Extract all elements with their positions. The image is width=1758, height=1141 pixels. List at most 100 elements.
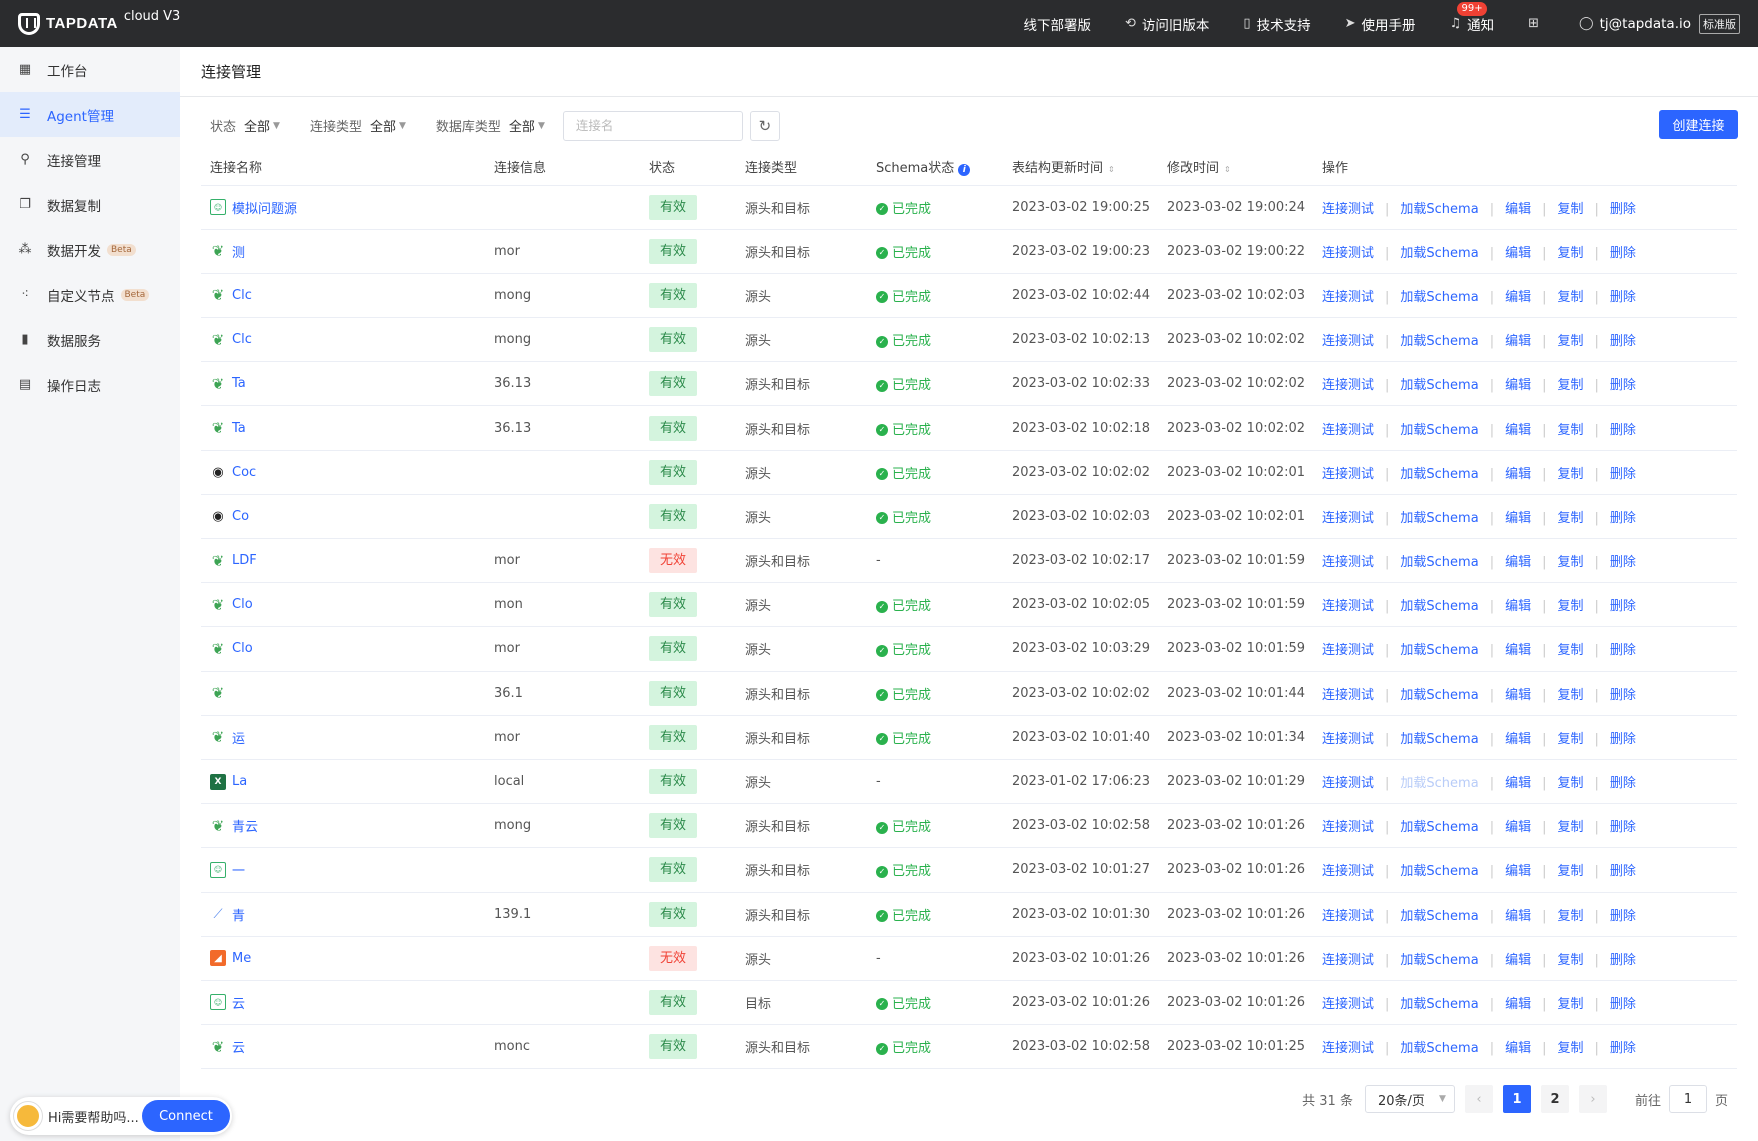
- sidebar-item-replication[interactable]: ❐ 数据复制: [0, 182, 180, 227]
- load-schema-link[interactable]: 加载Schema: [1400, 997, 1478, 1012]
- copy-link[interactable]: 复制: [1557, 378, 1583, 393]
- connection-name-link[interactable]: 青云: [232, 816, 258, 835]
- sidebar-item-workbench[interactable]: ▦ 工作台: [0, 47, 180, 92]
- delete-link[interactable]: 删除: [1610, 643, 1636, 658]
- connection-name-link[interactable]: 一: [232, 860, 245, 879]
- connection-name-link[interactable]: Clc: [232, 332, 252, 347]
- edit-link[interactable]: 编辑: [1505, 202, 1531, 217]
- edit-link[interactable]: 编辑: [1505, 290, 1531, 305]
- load-schema-link[interactable]: 加载Schema: [1400, 864, 1478, 879]
- delete-link[interactable]: 删除: [1610, 864, 1636, 879]
- test-connection-link[interactable]: 连接测试: [1322, 820, 1374, 835]
- connection-name-link[interactable]: Clc: [232, 288, 252, 303]
- copy-link[interactable]: 复制: [1557, 864, 1583, 879]
- test-connection-link[interactable]: 连接测试: [1322, 776, 1374, 791]
- filter-db-type[interactable]: 数据库类型 全部 ▼: [436, 116, 545, 135]
- test-connection-link[interactable]: 连接测试: [1322, 643, 1374, 658]
- connect-button[interactable]: Connect: [142, 1100, 230, 1132]
- edit-link[interactable]: 编辑: [1505, 953, 1531, 968]
- nav-language[interactable]: ⊞: [1528, 16, 1545, 31]
- test-connection-link[interactable]: 连接测试: [1322, 688, 1374, 703]
- delete-link[interactable]: 删除: [1610, 1041, 1636, 1056]
- prev-page-button[interactable]: ‹: [1464, 1085, 1493, 1113]
- connection-name-link[interactable]: Me: [232, 951, 251, 966]
- test-connection-link[interactable]: 连接测试: [1322, 246, 1374, 261]
- info-icon[interactable]: i: [958, 163, 971, 176]
- copy-link[interactable]: 复制: [1557, 820, 1583, 835]
- test-connection-link[interactable]: 连接测试: [1322, 511, 1374, 526]
- delete-link[interactable]: 删除: [1610, 555, 1636, 570]
- edit-link[interactable]: 编辑: [1505, 643, 1531, 658]
- test-connection-link[interactable]: 连接测试: [1322, 1041, 1374, 1056]
- nav-support[interactable]: ▯ 技术支持: [1243, 14, 1310, 34]
- edit-link[interactable]: 编辑: [1505, 423, 1531, 438]
- edit-link[interactable]: 编辑: [1505, 467, 1531, 482]
- help-widget[interactable]: Hi需要帮助吗... Connect: [10, 1097, 232, 1135]
- delete-link[interactable]: 删除: [1610, 378, 1636, 393]
- delete-link[interactable]: 删除: [1610, 511, 1636, 526]
- nav-offline-deploy[interactable]: 线下部署版: [1024, 14, 1092, 34]
- copy-link[interactable]: 复制: [1557, 776, 1583, 791]
- test-connection-link[interactable]: 连接测试: [1322, 997, 1374, 1012]
- edit-link[interactable]: 编辑: [1505, 334, 1531, 349]
- edit-link[interactable]: 编辑: [1505, 511, 1531, 526]
- load-schema-link[interactable]: 加载Schema: [1400, 467, 1478, 482]
- load-schema-link[interactable]: 加载Schema: [1400, 423, 1478, 438]
- connection-name-link[interactable]: 云: [232, 1037, 245, 1056]
- delete-link[interactable]: 删除: [1610, 776, 1636, 791]
- test-connection-link[interactable]: 连接测试: [1322, 909, 1374, 924]
- copy-link[interactable]: 复制: [1557, 467, 1583, 482]
- test-connection-link[interactable]: 连接测试: [1322, 334, 1374, 349]
- edit-link[interactable]: 编辑: [1505, 378, 1531, 393]
- delete-link[interactable]: 删除: [1610, 599, 1636, 614]
- edit-link[interactable]: 编辑: [1505, 688, 1531, 703]
- copy-link[interactable]: 复制: [1557, 555, 1583, 570]
- edit-link[interactable]: 编辑: [1505, 555, 1531, 570]
- load-schema-link[interactable]: 加载Schema: [1400, 290, 1478, 305]
- delete-link[interactable]: 删除: [1610, 423, 1636, 438]
- copy-link[interactable]: 复制: [1557, 202, 1583, 217]
- load-schema-link[interactable]: 加载Schema: [1400, 643, 1478, 658]
- copy-link[interactable]: 复制: [1557, 511, 1583, 526]
- sort-icon[interactable]: ⇕: [1224, 165, 1231, 174]
- test-connection-link[interactable]: 连接测试: [1322, 467, 1374, 482]
- sidebar-item-data-service[interactable]: ▮ 数据服务: [0, 317, 180, 362]
- nav-user[interactable]: ◯ tj@tapdata.io 标准版: [1579, 13, 1740, 34]
- connection-name-link[interactable]: Ta: [232, 376, 246, 391]
- connection-name-link[interactable]: 测: [232, 242, 245, 261]
- load-schema-link[interactable]: 加载Schema: [1400, 246, 1478, 261]
- search-input[interactable]: 连接名: [562, 110, 743, 141]
- connection-name-link[interactable]: Clo: [232, 641, 253, 656]
- connection-name-link[interactable]: 模拟问题源: [232, 198, 297, 217]
- copy-link[interactable]: 复制: [1557, 599, 1583, 614]
- edit-link[interactable]: 编辑: [1505, 820, 1531, 835]
- connection-name-link[interactable]: Co: [232, 509, 249, 524]
- load-schema-link[interactable]: 加载Schema: [1400, 820, 1478, 835]
- test-connection-link[interactable]: 连接测试: [1322, 864, 1374, 879]
- delete-link[interactable]: 删除: [1610, 334, 1636, 349]
- sidebar-item-connections[interactable]: ⚲ 连接管理: [0, 137, 180, 182]
- sidebar-item-development[interactable]: ⁂ 数据开发 Beta: [0, 227, 180, 272]
- test-connection-link[interactable]: 连接测试: [1322, 953, 1374, 968]
- sidebar-item-logs[interactable]: ▤ 操作日志: [0, 362, 180, 407]
- connection-name-link[interactable]: Clo: [232, 597, 253, 612]
- logo[interactable]: TAPDATA cloud V3: [18, 9, 180, 35]
- delete-link[interactable]: 删除: [1610, 820, 1636, 835]
- connection-name-link[interactable]: Coc: [232, 465, 256, 480]
- copy-link[interactable]: 复制: [1557, 997, 1583, 1012]
- sidebar-item-agent[interactable]: ☰ Agent管理: [0, 92, 180, 137]
- test-connection-link[interactable]: 连接测试: [1322, 378, 1374, 393]
- load-schema-link[interactable]: 加载Schema: [1400, 334, 1478, 349]
- test-connection-link[interactable]: 连接测试: [1322, 599, 1374, 614]
- test-connection-link[interactable]: 连接测试: [1322, 290, 1374, 305]
- copy-link[interactable]: 复制: [1557, 246, 1583, 261]
- test-connection-link[interactable]: 连接测试: [1322, 423, 1374, 438]
- connection-name-link[interactable]: 云: [232, 993, 245, 1012]
- page-button-1[interactable]: 1: [1502, 1085, 1531, 1113]
- load-schema-link[interactable]: 加载Schema: [1400, 953, 1478, 968]
- copy-link[interactable]: 复制: [1557, 909, 1583, 924]
- load-schema-link[interactable]: 加载Schema: [1400, 202, 1478, 217]
- delete-link[interactable]: 删除: [1610, 732, 1636, 747]
- load-schema-link[interactable]: 加载Schema: [1400, 555, 1478, 570]
- test-connection-link[interactable]: 连接测试: [1322, 555, 1374, 570]
